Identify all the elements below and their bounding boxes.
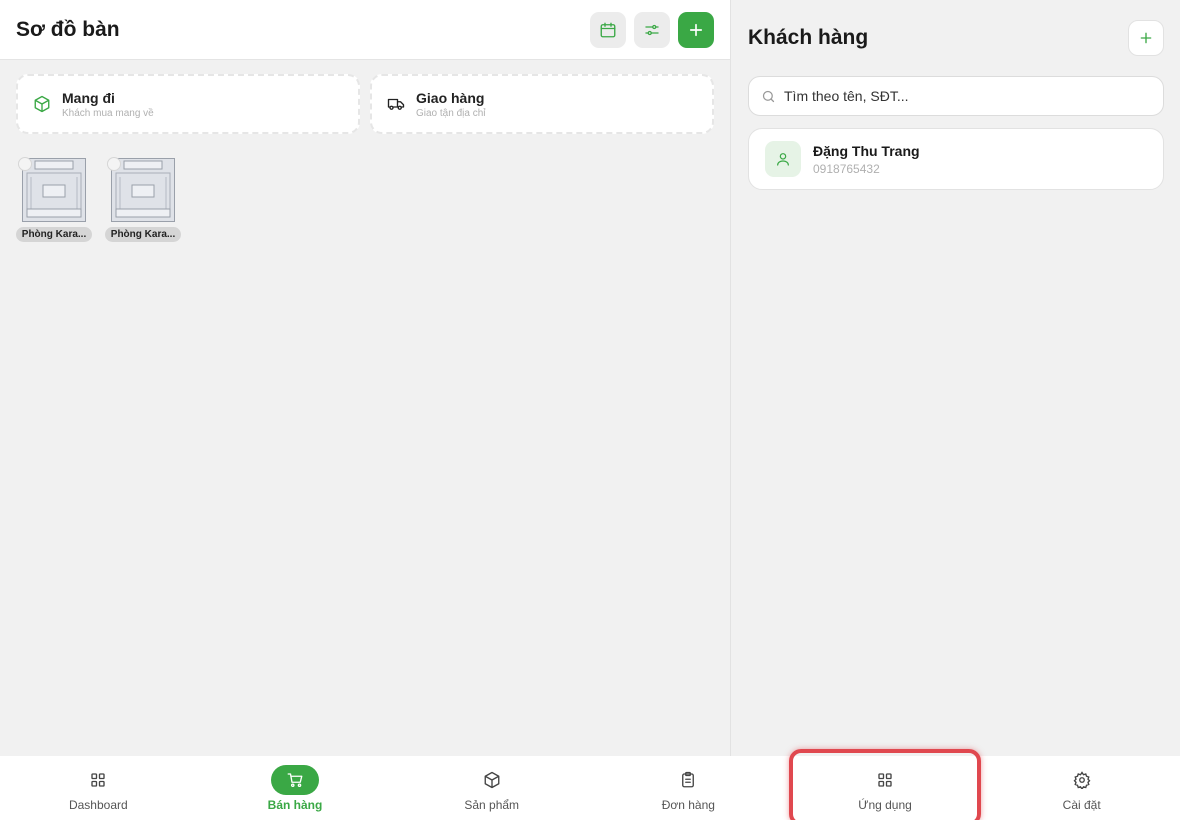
nav-label: Cài đặt (1062, 797, 1101, 812)
takeaway-subtitle: Khách mua mang về (62, 107, 154, 119)
customer-phone: 0918765432 (813, 161, 880, 176)
cart-icon (287, 772, 303, 787)
calendar-button[interactable] (590, 11, 626, 48)
order-type-cards: Mang đi Khách mua mang về Giao hàng Giao… (0, 60, 730, 134)
customer-title: Khách hàng (748, 26, 869, 49)
gear-icon (1073, 770, 1091, 789)
room-list: Phòng Kara... Phòng Kara... (0, 134, 730, 242)
add-customer-button[interactable] (1128, 20, 1164, 56)
truck-icon (387, 98, 405, 110)
delivery-card[interactable]: Giao hàng Giao tận địa chỉ (370, 74, 714, 134)
search-icon (762, 90, 775, 102)
table-map-panel: Sơ đồ bàn Mang đi Khách mua mang về Giao… (0, 0, 731, 756)
avatar (765, 141, 801, 177)
bottom-nav: Dashboard Bán hàng Sản phẩm Đơn hàng Ứng… (0, 749, 1180, 820)
room-thumbnail (22, 158, 86, 222)
customer-item[interactable]: Đặng Thu Trang 0918765432 (748, 128, 1164, 190)
nav-label: Ứng dụng (858, 797, 912, 812)
box-icon (484, 771, 500, 788)
nav-label: Đơn hàng (661, 797, 715, 812)
page-title: Sơ đồ bàn (16, 17, 120, 41)
user-icon (777, 153, 789, 166)
table-map-header: Sơ đồ bàn (0, 0, 730, 60)
room-item[interactable]: Phòng Kara... (15, 157, 93, 242)
nav-sales[interactable]: Bán hàng (197, 756, 394, 820)
room-item[interactable]: Phòng Kara... (104, 157, 182, 242)
grid-icon (878, 772, 892, 787)
room-status-dot (18, 157, 32, 171)
room-status-dot (107, 157, 121, 171)
calendar-icon (600, 22, 616, 37)
room-label: Phòng Kara... (15, 227, 93, 242)
delivery-title: Giao hàng (416, 89, 485, 106)
clipboard-icon (682, 771, 695, 787)
room-thumbnail (111, 158, 175, 222)
search-input[interactable] (784, 88, 1151, 104)
nav-dashboard[interactable]: Dashboard (0, 756, 197, 820)
nav-apps[interactable]: Ứng dụng (787, 749, 984, 820)
grid-icon (91, 772, 106, 787)
customer-panel: Khách hàng Đặng Thu Trang 0918765432 (732, 0, 1180, 756)
plus-icon (689, 23, 703, 36)
nav-products[interactable]: Sản phẩm (393, 756, 590, 820)
sliders-icon (645, 24, 659, 35)
filter-button[interactable] (634, 11, 670, 48)
nav-settings[interactable]: Cài đặt (983, 756, 1180, 820)
nav-orders[interactable]: Đơn hàng (590, 756, 787, 820)
customer-search[interactable] (748, 76, 1164, 116)
plus-icon (1140, 32, 1152, 44)
customer-header: Khách hàng (748, 0, 1164, 76)
box-icon (34, 95, 50, 113)
customer-name: Đặng Thu Trang (813, 142, 920, 159)
nav-label: Dashboard (68, 797, 128, 812)
add-table-button[interactable] (678, 11, 714, 48)
takeaway-title: Mang đi (62, 89, 115, 106)
nav-label: Sản phẩm (464, 797, 520, 812)
room-label: Phòng Kara... (104, 227, 182, 242)
nav-label: Bán hàng (267, 797, 323, 812)
delivery-subtitle: Giao tận địa chỉ (416, 107, 486, 119)
takeaway-card[interactable]: Mang đi Khách mua mang về (16, 74, 360, 134)
